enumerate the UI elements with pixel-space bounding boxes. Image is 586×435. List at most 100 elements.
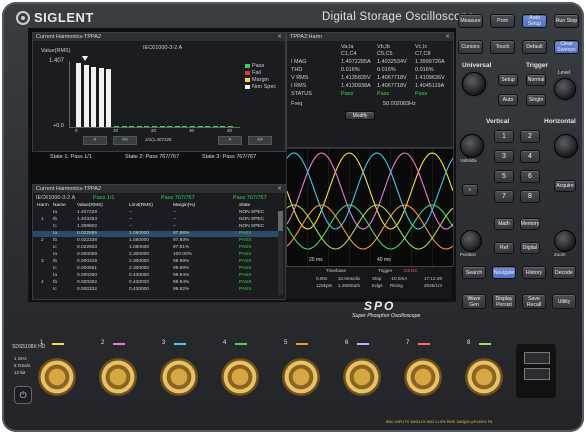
harm-row-value: 1.4067718V bbox=[377, 75, 407, 81]
channel-3-button[interactable]: 3 bbox=[494, 150, 514, 163]
bnc-input-connector[interactable] bbox=[343, 358, 381, 396]
scroll-thumb[interactable] bbox=[278, 211, 283, 231]
bnc-input-connector[interactable] bbox=[38, 358, 76, 396]
close-icon[interactable]: ✕ bbox=[277, 33, 282, 41]
history-button[interactable]: History bbox=[522, 266, 546, 279]
trigger-setup-button[interactable]: Setup bbox=[498, 74, 518, 86]
table-row[interactable]: Ia 1.407228 -- -- NON SPEC bbox=[33, 210, 283, 216]
decode-button[interactable]: Decode bbox=[552, 266, 576, 279]
table-row[interactable]: Ia 0.000250 0.430000 99.94% PASS bbox=[33, 273, 283, 279]
universal-knob[interactable] bbox=[462, 72, 486, 96]
last-page-button[interactable]: >> bbox=[248, 136, 272, 145]
volts-div-knob[interactable] bbox=[460, 134, 484, 158]
table-row[interactable]: 4 Ib 0.000252 0.430000 99.94% PASS bbox=[33, 280, 283, 286]
table-row[interactable]: 2 Ib 0.022338 1.080000 97.93% PASS bbox=[33, 238, 283, 244]
harmonic-bar bbox=[190, 125, 195, 127]
window-title-bar[interactable]: Current Harmonics-TPPA2 ✕ bbox=[33, 33, 285, 41]
trigger-level-knob[interactable] bbox=[554, 78, 576, 100]
table-body[interactable]: Ia 1.407228 -- -- NON SPEC 1 Ib 1.403253 -- -- NON… bbox=[33, 210, 283, 296]
channel-7-button[interactable]: 7 bbox=[494, 190, 514, 203]
default-button[interactable]: Default bbox=[522, 40, 547, 54]
table-row[interactable]: Ia 0.000069 2.300000 100.00% PASS bbox=[33, 252, 283, 258]
table-cell: 2.300000 bbox=[129, 252, 150, 257]
timebase-knob[interactable] bbox=[554, 134, 578, 158]
pass-count-1: Pass 1/1 bbox=[93, 195, 115, 201]
usb-port-icon[interactable] bbox=[524, 368, 550, 380]
harmonic-bar bbox=[114, 125, 119, 127]
channel-8-button[interactable]: 8 bbox=[520, 190, 540, 203]
print-button[interactable]: Print bbox=[490, 14, 515, 28]
harmonic-bar bbox=[129, 125, 135, 127]
auto-setup-button[interactable]: Auto Setup bbox=[522, 14, 547, 28]
channel-1-button[interactable]: 1 bbox=[494, 130, 514, 143]
search-button[interactable]: Search bbox=[462, 266, 486, 279]
harmonics-table-window[interactable]: Current Harmonics-TPPA2 ✕ IEC61000-3-2 A… bbox=[32, 184, 286, 300]
display-screen[interactable]: Current Harmonics-TPPA2 ✕ Value(RMS) IEC… bbox=[28, 28, 456, 302]
display-persist-button[interactable]: Display Persist bbox=[492, 294, 516, 309]
digital-button[interactable]: Digital bbox=[520, 242, 540, 254]
search-icon-button[interactable]: ⌕ bbox=[462, 184, 478, 196]
window-title-bar[interactable]: TPPA2:Harm ✕ bbox=[287, 33, 453, 41]
first-page-button[interactable]: << bbox=[113, 136, 137, 145]
channel-6-button[interactable]: 6 bbox=[520, 170, 540, 183]
navigate-button[interactable]: Navigate bbox=[492, 266, 516, 279]
window-title-bar[interactable]: Current Harmonics-TPPA2 ✕ bbox=[33, 185, 285, 193]
table-row[interactable]: Ic 0.000332 0.430000 99.92% PASS bbox=[33, 287, 283, 293]
table-cell: Ib bbox=[53, 238, 58, 243]
save-recall-button[interactable]: Save Recall bbox=[522, 294, 546, 309]
wave-gen-button[interactable]: Wave Gen bbox=[462, 294, 486, 309]
bnc-input-connector[interactable] bbox=[282, 358, 320, 396]
table-row[interactable]: Ic 0.022603 1.080000 97.91% PASS bbox=[33, 245, 283, 251]
table-header: Harm Name Value(RMS) Limit(RMS) Margin(%) Sta… bbox=[33, 203, 283, 209]
run-stop-button[interactable]: Run Stop bbox=[554, 14, 579, 28]
harm-measurement-window[interactable]: TPPA2:Harm ✕ Va,Ia Vb,Ib Vc,Ic C1,C4 C5,… bbox=[286, 32, 454, 148]
memory-button[interactable]: Memory bbox=[520, 218, 540, 230]
table-row[interactable]: Ic 0.000551 2.300000 99.98% PASS bbox=[33, 266, 283, 272]
bnc-input-connector[interactable] bbox=[404, 358, 442, 396]
prev-page-button[interactable]: < bbox=[83, 136, 107, 145]
ref-button[interactable]: Ref bbox=[494, 242, 514, 254]
bnc-input-connector[interactable] bbox=[465, 358, 503, 396]
harmonic-bar bbox=[182, 125, 188, 127]
next-page-button[interactable]: > bbox=[218, 136, 242, 145]
trigger-single-button[interactable]: Single bbox=[526, 94, 546, 106]
bnc-input-connector[interactable] bbox=[160, 358, 198, 396]
touch-button[interactable]: Touch bbox=[490, 40, 515, 54]
close-icon[interactable]: ✕ bbox=[445, 33, 450, 41]
trigger-auto-button[interactable]: Auto bbox=[498, 94, 518, 106]
clear-sweeps-button[interactable]: Clear Sweeps bbox=[554, 40, 579, 54]
waveform-display[interactable]: 20 ms 40 ms bbox=[286, 148, 454, 267]
harmonic-bar bbox=[83, 64, 89, 127]
close-icon[interactable]: ✕ bbox=[277, 185, 282, 193]
state-3: State 3: Pass 767/767 bbox=[202, 154, 257, 160]
table-scrollbar[interactable] bbox=[278, 211, 283, 295]
channel-5-button[interactable]: 5 bbox=[494, 170, 514, 183]
table-row[interactable]: Ia 0.022895 1.080000 97.88% PASS bbox=[33, 231, 283, 237]
channel-2-button[interactable]: 2 bbox=[520, 130, 540, 143]
legend-swatch bbox=[245, 78, 250, 82]
table-cell: 3 bbox=[41, 259, 44, 264]
bnc-input-connector[interactable] bbox=[99, 358, 137, 396]
math-button[interactable]: Math bbox=[494, 218, 514, 230]
measure-button[interactable]: Measure bbox=[458, 14, 483, 28]
power-button[interactable]: ⏻ bbox=[14, 386, 32, 404]
modify-button[interactable]: Modify bbox=[345, 111, 375, 120]
acquire-button[interactable]: Acquire bbox=[554, 180, 576, 192]
horizontal-position-knob[interactable] bbox=[554, 230, 576, 252]
usb-port-icon[interactable] bbox=[524, 352, 550, 364]
channel-4-button[interactable]: 4 bbox=[520, 150, 540, 163]
table-row[interactable]: 1 Ib 1.403253 -- -- NON SPEC bbox=[33, 217, 283, 223]
status-bar[interactable]: Timebase Trigger C8 DC 0.00s 10.0ms/div … bbox=[286, 266, 452, 299]
trigger-normal-button[interactable]: Normal bbox=[526, 74, 546, 86]
vertical-position-knob[interactable] bbox=[460, 230, 482, 252]
harmonics-chart-window[interactable]: Current Harmonics-TPPA2 ✕ Value(RMS) IEC… bbox=[32, 32, 286, 152]
bnc-input-connector[interactable] bbox=[221, 358, 259, 396]
run-state: Stop bbox=[372, 276, 382, 281]
cursors-button[interactable]: Cursors bbox=[458, 40, 483, 54]
utility-button[interactable]: Utility bbox=[552, 294, 576, 309]
legend-label: Non Spec bbox=[252, 84, 277, 90]
table-row[interactable]: 3 Ib 0.000319 2.300000 99.99% PASS bbox=[33, 259, 283, 265]
table-row[interactable]: Ic 1.399802 -- -- NON SPEC bbox=[33, 224, 283, 230]
channel-color-indicator bbox=[174, 343, 186, 345]
harmonic-bar bbox=[91, 66, 97, 127]
